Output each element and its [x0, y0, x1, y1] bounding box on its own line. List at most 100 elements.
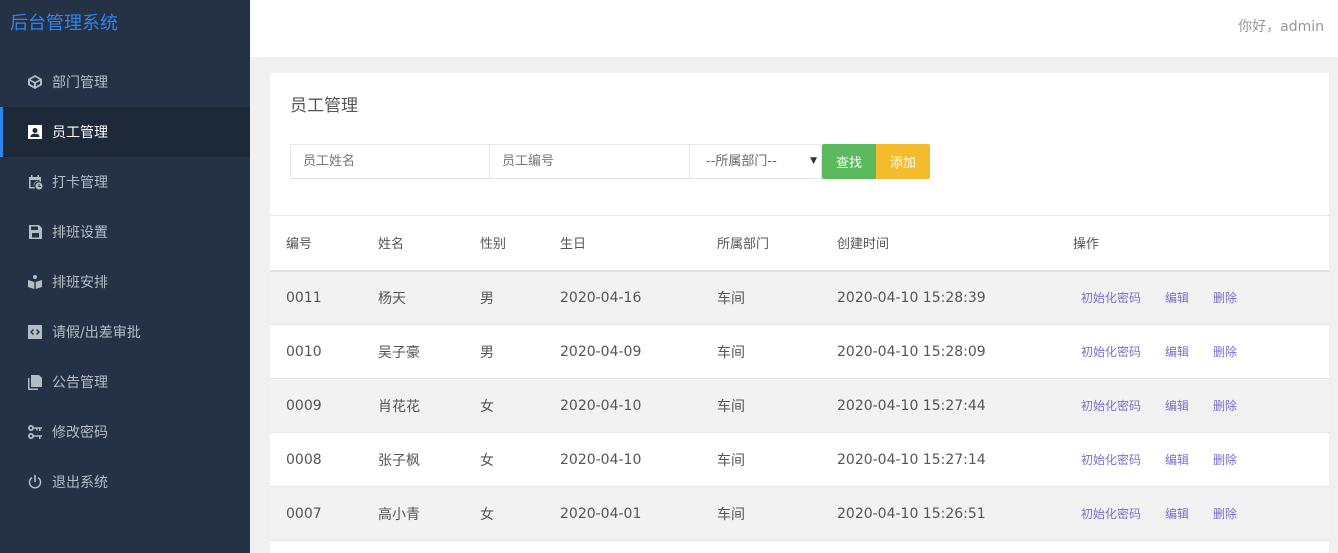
edit-link[interactable]: 编辑 — [1165, 453, 1189, 467]
employee-number-input[interactable] — [490, 144, 690, 179]
cell-name: 吴子豪 — [378, 344, 420, 361]
key-icon — [26, 423, 44, 441]
cell-actions: 初始化密码 编辑 删除 — [1057, 433, 1329, 487]
cell-id: 0008 — [286, 451, 322, 468]
floppy-icon — [26, 223, 44, 241]
cell-birthday: 2020-04-01 — [560, 505, 642, 522]
column-header-gender: 性别 — [480, 237, 507, 253]
cell-department: 车间 — [717, 398, 745, 415]
cell-id: 0007 — [286, 505, 322, 522]
column-header-name: 姓名 — [378, 237, 405, 253]
cell-gender: 男 — [480, 290, 494, 307]
column-header-birthday: 生日 — [560, 237, 587, 253]
table-row: 0010 吴子豪 男 2020-04-09 车间 2020-04-10 15:2… — [270, 325, 1329, 379]
cell-gender: 男 — [480, 344, 494, 361]
cell-id: 0011 — [286, 289, 322, 306]
cell-birthday: 2020-04-16 — [560, 289, 642, 306]
cell-gender: 女 — [480, 398, 494, 415]
cell-actions: 初始化密码 编辑 删除 — [1057, 325, 1329, 379]
department-select[interactable]: --所属部门-- ▼ — [690, 144, 822, 179]
cube-icon — [26, 73, 44, 91]
employee-table-wrap: 编号 姓名 性别 生日 所属部门 创建时间 操作 0011 杨天 男 2020-… — [270, 215, 1329, 541]
sidebar-item-label: 退出系统 — [52, 475, 108, 491]
table-body: 0011 杨天 男 2020-04-16 车间 2020-04-10 15:28… — [270, 270, 1329, 541]
sidebar-item-label: 请假/出差审批 — [52, 325, 141, 341]
delete-link[interactable]: 删除 — [1213, 345, 1237, 359]
cell-name: 张子枫 — [378, 452, 420, 469]
reset-password-link[interactable]: 初始化密码 — [1081, 399, 1141, 413]
column-header-department: 所属部门 — [717, 237, 770, 253]
user-card-icon — [26, 123, 44, 141]
table-row: 0009 肖花花 女 2020-04-10 车间 2020-04-10 15:2… — [270, 378, 1329, 433]
cell-department: 车间 — [717, 290, 745, 307]
sidebar-item-change-password[interactable]: 修改密码 — [0, 407, 250, 457]
sidebar-item-label: 部门管理 — [52, 75, 108, 91]
sidebar-menu: 部门管理 员工管理 打卡管理 排班设置 排班安排 请假/出差审批 公告管理 修改… — [0, 57, 250, 507]
cell-birthday: 2020-04-10 — [560, 397, 642, 414]
column-header-actions: 操作 — [1073, 237, 1100, 253]
cell-actions: 初始化密码 编辑 删除 — [1057, 271, 1329, 325]
cell-department: 车间 — [717, 452, 745, 469]
cell-department: 车间 — [717, 506, 745, 523]
code-icon — [26, 323, 44, 341]
sidebar: 后台管理系统 部门管理 员工管理 打卡管理 排班设置 排班安排 请假/出差审批 … — [0, 0, 250, 553]
cell-actions: 初始化密码 编辑 删除 — [1057, 379, 1329, 433]
column-header-created: 创建时间 — [837, 237, 890, 253]
page-title: 员工管理 — [290, 96, 358, 116]
box-icon — [26, 273, 44, 291]
cell-gender: 女 — [480, 452, 494, 469]
brand-title: 后台管理系统 — [10, 13, 118, 34]
table-header-row: 编号 姓名 性别 生日 所属部门 创建时间 操作 — [270, 215, 1329, 271]
sidebar-item-label: 公告管理 — [52, 375, 108, 391]
column-header-id: 编号 — [286, 237, 313, 253]
edit-link[interactable]: 编辑 — [1165, 399, 1189, 413]
edit-link[interactable]: 编辑 — [1165, 345, 1189, 359]
sidebar-item-logout[interactable]: 退出系统 — [0, 457, 250, 507]
cell-id: 0010 — [286, 343, 322, 360]
filter-bar: --所属部门-- ▼ 查找 添加 — [290, 144, 930, 179]
add-button[interactable]: 添加 — [876, 144, 930, 179]
sidebar-item-schedule-arrange[interactable]: 排班安排 — [0, 257, 250, 307]
cell-actions: 初始化密码 编辑 删除 — [1057, 487, 1329, 541]
table-row: 0011 杨天 男 2020-04-16 车间 2020-04-10 15:28… — [270, 270, 1329, 325]
top-header: 你好，admin — [250, 0, 1338, 57]
cell-created: 2020-04-10 15:27:44 — [837, 397, 986, 414]
sidebar-item-attendance[interactable]: 打卡管理 — [0, 157, 250, 207]
cell-id: 0009 — [286, 397, 322, 414]
table-row: 0008 张子枫 女 2020-04-10 车间 2020-04-10 15:2… — [270, 433, 1329, 487]
delete-link[interactable]: 删除 — [1213, 453, 1237, 467]
user-greeting: 你好，admin — [1238, 19, 1324, 35]
table-row: 0007 高小青 女 2020-04-01 车间 2020-04-10 15:2… — [270, 486, 1329, 541]
cell-department: 车间 — [717, 344, 745, 361]
reset-password-link[interactable]: 初始化密码 — [1081, 507, 1141, 521]
sidebar-item-employee[interactable]: 员工管理 — [0, 107, 250, 157]
sidebar-item-schedule-settings[interactable]: 排班设置 — [0, 207, 250, 257]
employee-name-input[interactable] — [290, 144, 490, 179]
delete-link[interactable]: 删除 — [1213, 399, 1237, 413]
delete-link[interactable]: 删除 — [1213, 291, 1237, 305]
search-button[interactable]: 查找 — [822, 144, 876, 179]
cell-gender: 女 — [480, 506, 494, 523]
edit-link[interactable]: 编辑 — [1165, 507, 1189, 521]
reset-password-link[interactable]: 初始化密码 — [1081, 453, 1141, 467]
delete-link[interactable]: 删除 — [1213, 507, 1237, 521]
edit-link[interactable]: 编辑 — [1165, 291, 1189, 305]
sidebar-item-label: 修改密码 — [52, 425, 108, 441]
caret-down-icon: ▼ — [810, 156, 817, 166]
cell-created: 2020-04-10 15:27:14 — [837, 451, 986, 468]
sidebar-item-label: 排班安排 — [52, 275, 108, 291]
cell-created: 2020-04-10 15:28:39 — [837, 289, 986, 306]
cell-name: 肖花花 — [378, 398, 420, 415]
reset-password-link[interactable]: 初始化密码 — [1081, 345, 1141, 359]
cell-name: 杨天 — [378, 290, 406, 307]
sidebar-item-leave-approval[interactable]: 请假/出差审批 — [0, 307, 250, 357]
sidebar-item-department[interactable]: 部门管理 — [0, 57, 250, 107]
sidebar-item-announcements[interactable]: 公告管理 — [0, 357, 250, 407]
power-icon — [26, 473, 44, 491]
employee-panel: 员工管理 --所属部门-- ▼ 查找 添加 编号 姓名 性别 生日 所属部门 创… — [270, 73, 1329, 553]
sidebar-item-label: 打卡管理 — [52, 175, 108, 191]
cell-name: 高小青 — [378, 506, 420, 523]
department-select-value: --所属部门-- — [706, 154, 777, 169]
reset-password-link[interactable]: 初始化密码 — [1081, 291, 1141, 305]
calendar-clock-icon — [26, 173, 44, 191]
